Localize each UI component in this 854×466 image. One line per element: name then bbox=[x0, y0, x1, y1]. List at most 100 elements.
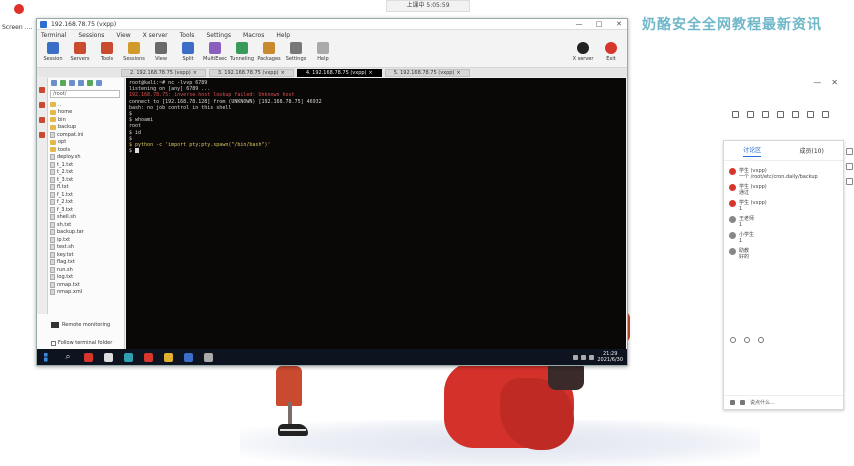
file-tree-item[interactable]: f_1.txt bbox=[50, 191, 122, 199]
close-panel-icon[interactable]: ✕ bbox=[831, 78, 838, 87]
terminal-pane[interactable]: root@kali:~# nc -lvvp 6789 listening on [… bbox=[126, 78, 626, 350]
file-tree-item[interactable]: t_3.txt bbox=[50, 176, 122, 184]
file-tree-item[interactable]: backup.tar bbox=[50, 229, 122, 237]
menu-x-server[interactable]: X server bbox=[143, 32, 168, 39]
file-icon[interactable] bbox=[758, 337, 764, 343]
up-folder-icon[interactable] bbox=[51, 80, 57, 86]
file-tree-item[interactable]: sh.txt bbox=[50, 221, 122, 229]
menu-terminal[interactable]: Terminal bbox=[41, 32, 66, 39]
toolbar-exit-button[interactable]: Exit bbox=[599, 42, 623, 62]
file-tree-item[interactable]: fl.txt bbox=[50, 184, 122, 192]
tools-side-tab[interactable] bbox=[39, 102, 45, 108]
toolbar-x-server-button[interactable]: X server bbox=[571, 42, 595, 62]
remote-monitoring-toggle[interactable]: Remote monitoring bbox=[51, 322, 110, 328]
file-tree-item[interactable]: nmap.txt bbox=[50, 281, 122, 289]
file-tree-item[interactable]: flag.txt bbox=[50, 259, 122, 267]
toolbar-servers-button[interactable]: Servers bbox=[68, 42, 92, 62]
network-icon[interactable] bbox=[573, 354, 579, 360]
tab-close-icon[interactable]: × bbox=[281, 70, 285, 76]
follow-terminal-checkbox[interactable]: Follow terminal folder bbox=[51, 340, 112, 346]
menu-view[interactable]: View bbox=[116, 32, 130, 39]
toolbar-tools-button[interactable]: Tools bbox=[95, 42, 119, 62]
pointer-icon[interactable] bbox=[732, 110, 739, 118]
sftp-side-tab[interactable] bbox=[39, 132, 45, 138]
tab-members[interactable]: 成员(10) bbox=[800, 146, 824, 155]
file-tree-item[interactable]: backup bbox=[50, 124, 122, 132]
toolbar-sessions-button[interactable]: Sessions bbox=[122, 42, 146, 62]
toolbar-help-button[interactable]: Help bbox=[311, 42, 335, 62]
session-tab[interactable]: 2. 192.168.78.75 (vxpp) × bbox=[121, 68, 206, 77]
minimize-button[interactable]: — bbox=[574, 20, 584, 28]
taskbar-app-teal[interactable] bbox=[121, 351, 135, 363]
refresh-icon[interactable] bbox=[60, 80, 66, 86]
file-tree-item[interactable]: tools bbox=[50, 146, 122, 154]
undo-icon[interactable] bbox=[807, 110, 814, 118]
start-button[interactable] bbox=[41, 351, 55, 363]
menu-sessions[interactable]: Sessions bbox=[78, 32, 104, 39]
sessions-side-tab[interactable] bbox=[39, 87, 45, 93]
taskbar-app-grey[interactable] bbox=[201, 351, 215, 363]
desktop-shortcut[interactable]: Screen .... bbox=[0, 0, 36, 40]
maximize-button[interactable]: □ bbox=[594, 20, 604, 28]
file-tree-item[interactable]: log.txt bbox=[50, 274, 122, 282]
minimize-panel-icon[interactable]: — bbox=[813, 78, 821, 87]
trash-icon[interactable] bbox=[822, 110, 829, 118]
file-tree-item[interactable]: f_3.txt bbox=[50, 206, 122, 214]
file-tree-item[interactable]: opt bbox=[50, 139, 122, 147]
title-bar[interactable]: 192.168.78.75 (vxpp) — □ ✕ bbox=[37, 19, 627, 30]
volume-icon[interactable] bbox=[581, 354, 587, 360]
taskbar-app-white[interactable] bbox=[101, 351, 115, 363]
file-tree-item[interactable]: t_2.txt bbox=[50, 169, 122, 177]
toolbar-packages-button[interactable]: Packages bbox=[257, 42, 281, 62]
shape-icon[interactable] bbox=[777, 110, 784, 118]
toolbar-tunneling-button[interactable]: Tunneling bbox=[230, 42, 254, 62]
tab-discussion[interactable]: 讨论区 bbox=[743, 145, 762, 157]
toolbar-session-button[interactable]: Session bbox=[41, 42, 65, 62]
file-tree-item[interactable]: deploy.sh bbox=[50, 154, 122, 162]
file-tree-item[interactable]: nmap.xml bbox=[50, 289, 122, 297]
toolbar-settings-button[interactable]: Settings bbox=[284, 42, 308, 62]
taskbar-app-blue[interactable] bbox=[181, 351, 195, 363]
macros-side-tab[interactable] bbox=[39, 117, 45, 123]
session-tab[interactable]: 5. 192.168.78.75 (vxpp) × bbox=[384, 68, 470, 77]
hand-icon[interactable] bbox=[740, 400, 745, 405]
menu-settings[interactable]: Settings bbox=[206, 32, 231, 39]
strip-settings-icon[interactable] bbox=[845, 178, 853, 185]
pen-icon[interactable] bbox=[747, 110, 754, 118]
upload-icon[interactable] bbox=[78, 80, 84, 86]
file-tree-item[interactable]: key.txt bbox=[50, 251, 122, 259]
menu-tools[interactable]: Tools bbox=[180, 32, 195, 39]
toolbar-view-button[interactable]: View bbox=[149, 42, 173, 62]
strip-user-icon[interactable] bbox=[845, 148, 853, 155]
file-tree-item[interactable]: test.sh bbox=[50, 244, 122, 252]
menu-macros[interactable]: Macros bbox=[243, 32, 264, 39]
tab-close-icon[interactable]: × bbox=[369, 70, 373, 76]
file-tree-item[interactable]: shell.sh bbox=[50, 214, 122, 222]
taskbar-app-red[interactable] bbox=[81, 351, 95, 363]
toolbar-multiexec-button[interactable]: MultiExec bbox=[203, 42, 227, 62]
file-tree-item[interactable]: home bbox=[50, 109, 122, 117]
toolbar-split-button[interactable]: Split bbox=[176, 42, 200, 62]
mic-icon[interactable] bbox=[730, 400, 735, 405]
tab-close-icon[interactable]: × bbox=[456, 70, 460, 76]
taskbar-app-chrome[interactable] bbox=[161, 351, 175, 363]
file-tree-item[interactable]: f_2.txt bbox=[50, 199, 122, 207]
emoji-icon[interactable] bbox=[730, 337, 736, 343]
taskbar-search-icon[interactable]: ⌕ bbox=[61, 351, 75, 363]
close-button[interactable]: ✕ bbox=[614, 20, 624, 28]
session-tab[interactable]: 3. 192.168.78.75 (vxpp) × bbox=[208, 68, 294, 77]
chat-input-bar[interactable]: 说点什么... bbox=[724, 395, 843, 409]
image-icon[interactable] bbox=[744, 337, 750, 343]
text-icon[interactable] bbox=[762, 110, 769, 118]
path-input[interactable]: /root/ bbox=[50, 90, 120, 98]
taskbar-app-orange[interactable] bbox=[141, 351, 155, 363]
file-tree-item[interactable]: ip.txt bbox=[50, 236, 122, 244]
clock[interactable]: 21:29 2021/6/30 bbox=[597, 351, 623, 363]
strip-chat-icon[interactable] bbox=[845, 163, 853, 170]
new-folder-icon[interactable] bbox=[87, 80, 93, 86]
delete-icon[interactable] bbox=[96, 80, 102, 86]
file-tree-item[interactable]: .. bbox=[50, 101, 122, 109]
file-tree-item[interactable]: t_1.txt bbox=[50, 161, 122, 169]
input-method-icon[interactable] bbox=[589, 354, 595, 360]
eraser-icon[interactable] bbox=[792, 110, 799, 118]
